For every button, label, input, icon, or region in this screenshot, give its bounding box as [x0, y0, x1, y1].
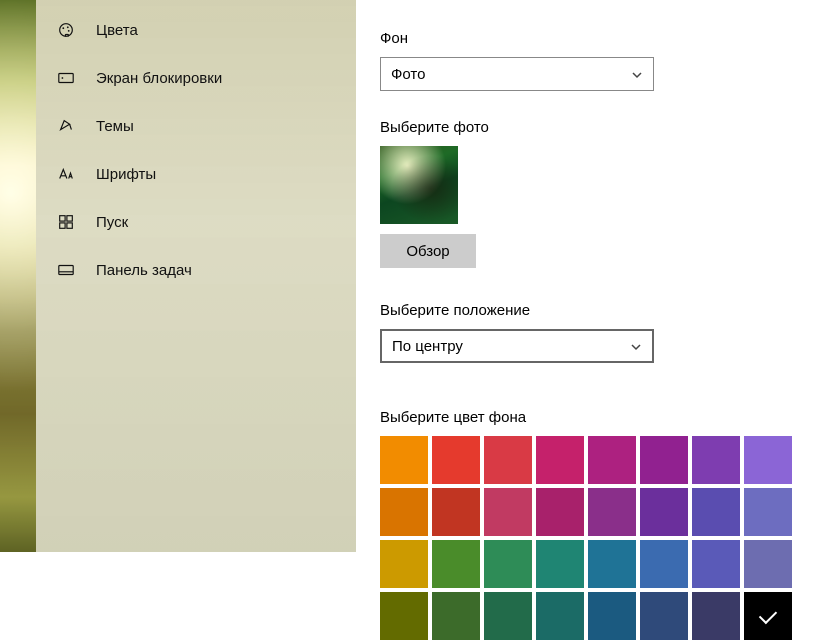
- sidebar-item-label: Цвета: [96, 22, 138, 39]
- sidebar-item-label: Панель задач: [96, 262, 192, 279]
- browse-button[interactable]: Обзор: [380, 234, 476, 268]
- sidebar-item-2[interactable]: Темы: [36, 102, 356, 150]
- color-swatch[interactable]: [432, 488, 480, 536]
- taskbar-icon: [56, 260, 76, 280]
- bg-color-swatch-grid: [380, 436, 792, 640]
- sidebar-item-label: Темы: [96, 118, 134, 135]
- color-swatch[interactable]: [744, 436, 792, 484]
- color-swatch[interactable]: [432, 540, 480, 588]
- sidebar-item-1[interactable]: Экран блокировки: [36, 54, 356, 102]
- sidebar-item-5[interactable]: Панель задач: [36, 246, 356, 294]
- color-swatch[interactable]: [432, 436, 480, 484]
- background-dropdown-value: Фото: [391, 66, 425, 83]
- sidebar-item-3[interactable]: Шрифты: [36, 150, 356, 198]
- lockscreen-icon: [56, 68, 76, 88]
- color-swatch[interactable]: [640, 592, 688, 640]
- color-swatch[interactable]: [536, 436, 584, 484]
- sidebar-item-4[interactable]: Пуск: [36, 198, 356, 246]
- start-icon: [56, 212, 76, 232]
- settings-main: Фон Фото Выберите фото Обзор Выберите по…: [356, 0, 826, 552]
- color-swatch[interactable]: [692, 540, 740, 588]
- color-swatch[interactable]: [640, 488, 688, 536]
- fit-dropdown[interactable]: По центру: [380, 329, 654, 363]
- sidebar-item-label: Шрифты: [96, 166, 156, 183]
- color-swatch[interactable]: [536, 592, 584, 640]
- color-swatch[interactable]: [692, 592, 740, 640]
- photo-thumbnail[interactable]: [380, 146, 458, 224]
- color-swatch[interactable]: [744, 592, 792, 640]
- color-swatch[interactable]: [744, 540, 792, 588]
- color-swatch[interactable]: [484, 592, 532, 640]
- color-swatch[interactable]: [380, 540, 428, 588]
- chevron-down-icon: [630, 340, 642, 352]
- desktop-photo-sliver: [0, 0, 36, 552]
- fonts-icon: [56, 164, 76, 184]
- color-swatch[interactable]: [692, 488, 740, 536]
- color-swatch[interactable]: [588, 540, 636, 588]
- color-swatch[interactable]: [380, 488, 428, 536]
- color-swatch[interactable]: [536, 488, 584, 536]
- color-swatch[interactable]: [380, 592, 428, 640]
- color-swatch[interactable]: [588, 488, 636, 536]
- sidebar-item-label: Экран блокировки: [96, 70, 222, 87]
- background-label: Фон: [380, 30, 826, 47]
- palette-icon: [56, 20, 76, 40]
- color-swatch[interactable]: [484, 436, 532, 484]
- color-swatch[interactable]: [380, 436, 428, 484]
- settings-sidebar: Цвета Экран блокировки Темы Шрифты Пуск Панел…: [36, 0, 356, 552]
- color-swatch[interactable]: [640, 540, 688, 588]
- sidebar-item-label: Пуск: [96, 214, 128, 231]
- fit-dropdown-value: По центру: [392, 338, 463, 355]
- choose-photo-label: Выберите фото: [380, 119, 826, 136]
- color-swatch[interactable]: [588, 592, 636, 640]
- themes-icon: [56, 116, 76, 136]
- color-swatch[interactable]: [588, 436, 636, 484]
- color-swatch[interactable]: [744, 488, 792, 536]
- color-swatch[interactable]: [692, 436, 740, 484]
- color-swatch[interactable]: [432, 592, 480, 640]
- color-swatch[interactable]: [640, 436, 688, 484]
- bg-color-label: Выберите цвет фона: [380, 409, 826, 426]
- fit-label: Выберите положение: [380, 302, 826, 319]
- color-swatch[interactable]: [484, 488, 532, 536]
- color-swatch[interactable]: [484, 540, 532, 588]
- chevron-down-icon: [631, 68, 643, 80]
- background-dropdown[interactable]: Фото: [380, 57, 654, 91]
- sidebar-item-0[interactable]: Цвета: [36, 6, 356, 54]
- color-swatch[interactable]: [536, 540, 584, 588]
